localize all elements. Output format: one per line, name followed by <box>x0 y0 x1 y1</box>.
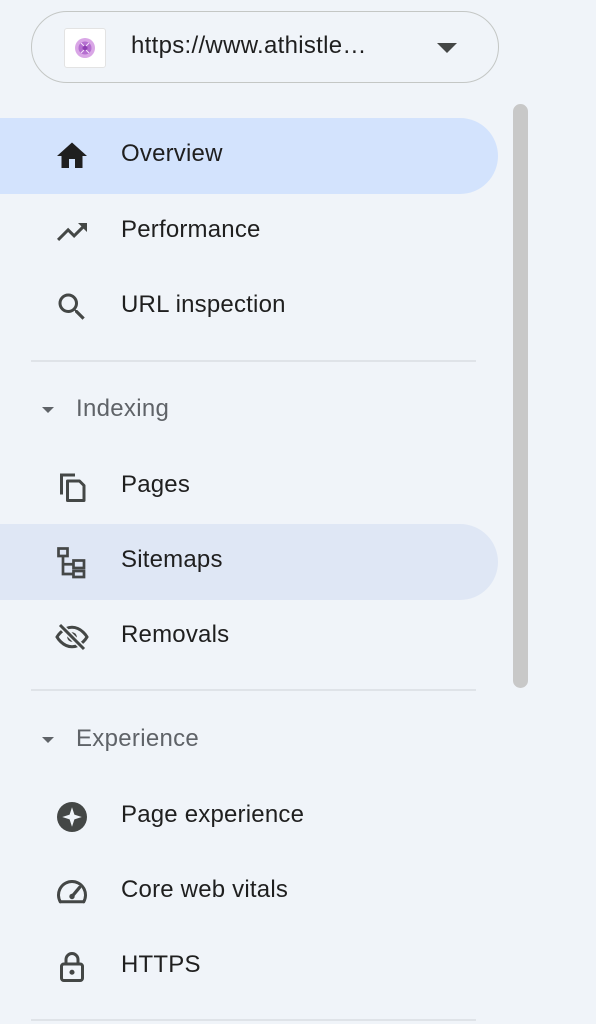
chevron-down-icon <box>42 407 54 413</box>
site-favicon <box>64 28 106 68</box>
nav-divider <box>31 1019 476 1021</box>
nav-item-overview[interactable]: Overview <box>0 118 498 194</box>
nav-item-page-experience[interactable]: Page experience <box>0 779 498 855</box>
lock-icon <box>54 949 90 985</box>
property-url: https://www.athistle… <box>131 32 367 59</box>
section-label: Indexing <box>76 395 170 422</box>
sitemap-icon <box>54 544 90 580</box>
nav-item-url-inspection[interactable]: URL inspection <box>0 269 498 345</box>
nav-item-label: Performance <box>121 216 261 243</box>
scrollbar-thumb[interactable] <box>513 104 528 688</box>
speed-gauge-icon <box>54 874 90 910</box>
property-selector[interactable]: https://www.athistle… <box>31 11 499 83</box>
section-label: Experience <box>76 725 200 752</box>
nav-divider <box>31 360 476 362</box>
nav-item-label: HTTPS <box>121 951 201 978</box>
nav-item-https[interactable]: HTTPS <box>0 929 498 1005</box>
section-header-indexing[interactable]: Indexing <box>0 381 498 441</box>
home-icon <box>54 138 90 174</box>
nav-item-sitemaps[interactable]: Sitemaps <box>0 524 498 600</box>
nav-item-label: Overview <box>121 140 223 167</box>
nav-item-pages[interactable]: Pages <box>0 449 498 525</box>
nav-item-label: Pages <box>121 471 191 498</box>
visibility-off-icon <box>54 619 90 655</box>
trending-up-icon <box>54 214 90 250</box>
nav-item-label: Core web vitals <box>121 876 289 903</box>
section-header-experience[interactable]: Experience <box>0 711 498 771</box>
nav-item-label: Removals <box>121 621 230 648</box>
nav-item-label: Page experience <box>121 801 305 828</box>
sparkle-badge-icon <box>54 799 90 835</box>
nav-item-removals[interactable]: Removals <box>0 599 498 675</box>
nav-item-label: URL inspection <box>121 291 286 318</box>
arrow-drop-down-icon[interactable] <box>436 42 458 54</box>
chevron-down-icon <box>42 737 54 743</box>
search-icon <box>54 289 90 325</box>
nav-item-label: Sitemaps <box>121 546 223 573</box>
nav-item-performance[interactable]: Performance <box>0 194 498 270</box>
pages-copy-icon <box>54 469 90 505</box>
nav-divider <box>31 689 476 691</box>
nav-item-core-web-vitals[interactable]: Core web vitals <box>0 854 498 930</box>
